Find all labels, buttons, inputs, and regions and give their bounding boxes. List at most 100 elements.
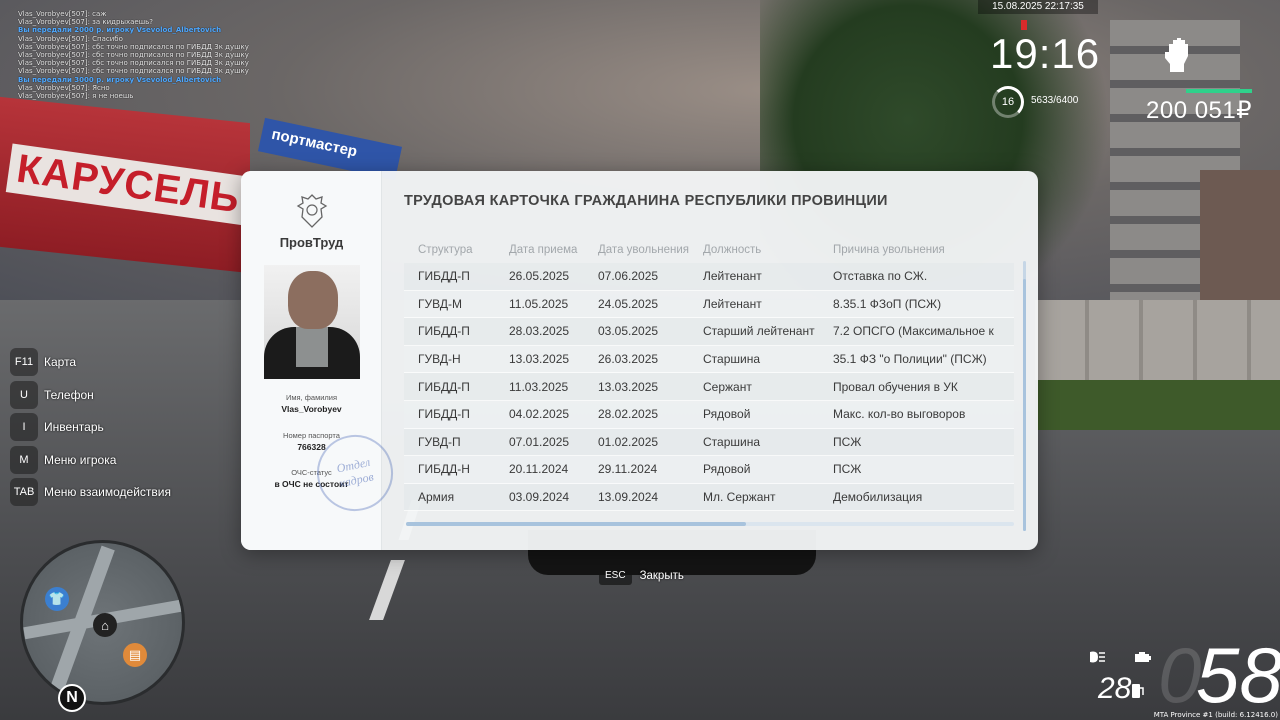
table-cell: 03.05.2025 — [598, 324, 659, 339]
keybind-label: Карта — [44, 355, 77, 370]
card-title: ТРУДОВАЯ КАРТОЧКА ГРАЖДАНИНА РЕСПУБЛИКИ … — [404, 193, 888, 209]
column-header: Структура — [418, 244, 473, 256]
table-cell: 20.11.2024 — [509, 462, 569, 477]
table-cell: ГИБДД-П — [418, 269, 470, 284]
coat-of-arms-icon — [296, 194, 328, 228]
food-shop-icon: ▤ — [123, 643, 147, 667]
table-row: ГИБДД-П 11.03.2025 13.03.2025 Сержант Провал… — [404, 373, 1014, 401]
table-row: ГИБДД-П 28.03.2025 03.05.2025 Старший лейте… — [404, 318, 1014, 346]
table-cell: Сержант — [703, 379, 752, 394]
table-cell: 24.05.2025 — [598, 296, 659, 311]
table-cell: Отставка по СЖ. — [833, 269, 928, 284]
keybind-key: TAB — [10, 478, 38, 507]
keybind-key: U — [10, 380, 38, 409]
column-header: Дата увольнения — [598, 244, 689, 256]
table-cell: ПСЖ — [833, 462, 862, 477]
keybind-hints: F11 Карта U Телефон I Инвентарь M Меню игрока TA… — [10, 346, 171, 509]
clothes-shop-icon: 👕 — [45, 587, 69, 611]
keybind-row: M Меню игрока — [10, 444, 171, 477]
chat-line: Vlas_Vorobyev[507]: я не ноешь — [18, 92, 134, 101]
table-cell: Макс. кол-во выговоров — [833, 407, 966, 422]
chat-line: Vlas_Vorobyev[507]: Спасибо — [18, 34, 123, 43]
employment-card: ПровТруд Имя, фамилия Vlas_Vorobyev Номе… — [241, 171, 1038, 550]
speed-ghost-digit: 0 — [1158, 631, 1202, 719]
level-value: 16 — [1001, 96, 1015, 108]
column-header: Причина увольнения — [833, 244, 945, 256]
esc-key[interactable]: ESC — [599, 566, 632, 585]
build-info: MTA Province #1 (build: 6.12416.0) — [1153, 711, 1278, 719]
keybind-label: Инвентарь — [44, 420, 104, 435]
column-header: Должность — [703, 244, 762, 256]
table-cell: 11.05.2025 — [509, 296, 569, 311]
table-cell: 8.35.1 ФЗоП (ПСЖ) — [833, 296, 942, 311]
table-cell: 26.03.2025 — [598, 352, 659, 367]
keybind-label: Телефон — [44, 387, 94, 402]
photo-shirt — [296, 327, 328, 367]
horizontal-scroll-thumb[interactable] — [406, 522, 746, 526]
table-body[interactable]: ГИБДД-П 26.05.2025 07.06.2025 Лейтенант Отст… — [404, 263, 1014, 512]
table-cell: ГУВД-П — [418, 434, 461, 449]
table-cell: 28.03.2025 — [509, 324, 570, 339]
minimap[interactable]: 👕 ⌂ ▤ — [20, 540, 185, 705]
vertical-scroll-thumb[interactable] — [1023, 279, 1026, 531]
table-cell: 07.01.2025 — [509, 434, 570, 449]
table-cell: 07.06.2025 — [598, 269, 659, 284]
table-cell: 13.09.2024 — [598, 490, 659, 505]
vertical-scrollbar[interactable] — [1023, 261, 1026, 531]
card-profile-panel: ПровТруд Имя, фамилия Vlas_Vorobyev Номе… — [241, 171, 401, 550]
table-cell: 35.1 ФЗ "о Полиции" (ПСЖ) — [833, 352, 987, 367]
chat-line: Вы передали 3000 р. игроку Vsevolod_Albe… — [18, 75, 222, 84]
grass — [1035, 380, 1280, 430]
table-cell: Рядовой — [703, 462, 751, 477]
table-row: ГУВД-Н 13.03.2025 26.03.2025 Старшина 35.1 Ф… — [404, 345, 1014, 374]
keybind-key: F11 — [10, 348, 38, 377]
north-indicator: N — [58, 684, 86, 712]
table-row: ГУВД-П 07.01.2025 01.02.2025 Старшина ПСЖ — [404, 428, 1014, 457]
table-cell: Армия — [418, 490, 455, 505]
table-cell: 29.11.2024 — [598, 462, 658, 477]
keybind-key: M — [10, 445, 38, 474]
speedometer: 58 — [1196, 631, 1280, 719]
keybind-row: TAB Меню взаимодействия — [10, 476, 171, 509]
table-cell: 01.02.2025 — [598, 434, 659, 449]
fist-icon — [1165, 38, 1188, 72]
keybind-row: U Телефон — [10, 379, 171, 412]
table-cell: ГУВД-М — [418, 296, 462, 311]
table-cell: ГИБДД-П — [418, 379, 470, 394]
close-hint[interactable]: ESC Закрыть — [599, 566, 684, 585]
armor-bar — [1186, 89, 1252, 93]
xp-progress: 5633/6400 — [1031, 95, 1079, 106]
table-cell: Демобилизация — [833, 490, 923, 505]
table-cell: ПСЖ — [833, 434, 862, 449]
fuel-icon — [1132, 684, 1144, 698]
table-row: ГИБДД-П 26.05.2025 07.06.2025 Лейтенант Отст… — [404, 263, 1014, 291]
keybind-label: Меню взаимодействия — [44, 485, 171, 500]
table-cell: 7.2 ОПСГО (Максимальное к — [833, 324, 994, 339]
table-cell: 13.03.2025 — [509, 352, 570, 367]
level-ring: 16 — [992, 86, 1024, 118]
keybind-row: I Инвентарь — [10, 411, 171, 444]
employment-history-table: Структура Дата приема Дата увольнения До… — [404, 237, 1014, 512]
chat-line: Vlas_Vorobyev[507]: Ясно — [18, 83, 110, 92]
chat-line: Vlas_Vorobyev[507]: саж — [18, 10, 107, 18]
table-cell: ГУВД-Н — [418, 352, 461, 367]
table-row: ГИБДД-П 04.02.2025 28.02.2025 Рядовой Макс. … — [404, 400, 1014, 429]
table-cell: ГИБДД-П — [418, 407, 470, 422]
table-cell: Мл. Сержант — [703, 490, 776, 505]
table-cell: ГИБДД-Н — [418, 462, 470, 477]
org-name: ПровТруд — [279, 235, 344, 250]
chat-line: Vlas_Vorobyev[507]: сбс точно подписался… — [18, 42, 249, 51]
photo-head — [288, 271, 338, 329]
chat-line: Vlas_Vorobyev[507]: сбс точно подписался… — [18, 51, 249, 60]
close-button[interactable]: Закрыть — [640, 570, 684, 582]
chat-line: Вы передали 2000 р. игроку Vsevolod_Albe… — [18, 26, 222, 35]
fuel-level: 28 — [1098, 672, 1132, 705]
name-label: Имя, фамилия — [285, 393, 338, 402]
keybind-key: I — [10, 413, 38, 442]
table-cell: Провал обучения в УК — [833, 379, 958, 394]
player-home-icon: ⌂ — [93, 613, 117, 637]
horizontal-scrollbar[interactable] — [406, 522, 1014, 526]
alert-indicator — [1021, 20, 1027, 30]
table-cell: Старший лейтенант — [703, 324, 815, 339]
table-cell: 03.09.2024 — [509, 490, 570, 505]
